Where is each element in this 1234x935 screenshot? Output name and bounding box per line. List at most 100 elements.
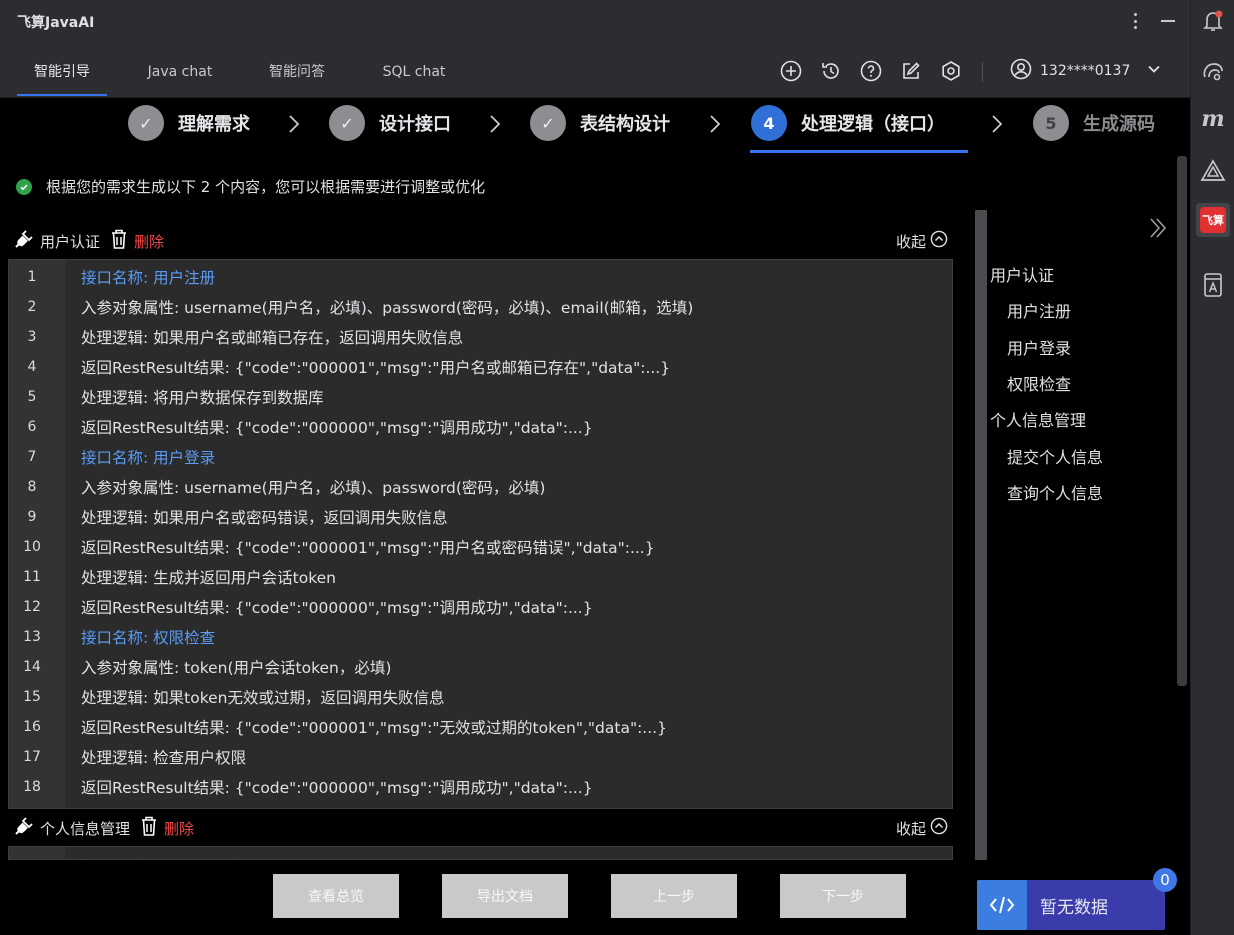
step-number: 4 (751, 105, 787, 141)
step-label: 生成源码 (1083, 114, 1155, 135)
outline-interface-item[interactable]: 用户登录 (1007, 335, 1071, 359)
double-chevron-right-icon[interactable] (1148, 216, 1168, 240)
code-line[interactable]: 16 返回RestResult结果: {"code":"000001","msg"… (9, 712, 952, 742)
line-number: 14 (23, 659, 41, 675)
outline-interface-item[interactable]: 查询个人信息 (1007, 480, 1103, 504)
trash-icon[interactable] (110, 228, 128, 254)
code-line[interactable]: 5 处理逻辑: 将用户数据保存到数据库 (9, 382, 952, 412)
delete-section-button[interactable]: 删除 (164, 818, 194, 839)
triangle-logo-icon[interactable] (1196, 154, 1230, 188)
window-title: 飞算JavaAI (17, 15, 95, 31)
line-number: 8 (27, 479, 37, 495)
line-number: 4 (27, 359, 37, 375)
tab-smart-qa[interactable]: 智能问答 (252, 44, 342, 98)
code-line[interactable]: 2 入参对象属性: username(用户名，必填)、password(密码，必填… (9, 292, 952, 322)
chevron-right-icon (992, 115, 1003, 133)
chevron-up-circle-icon (930, 230, 948, 252)
code-panel-personal-info[interactable]: 1 接口名称: 提交个人信息 (8, 846, 953, 860)
collapse-section-button[interactable]: 收起 (896, 230, 948, 252)
no-data-panel[interactable]: 暂无数据 (977, 880, 1165, 930)
outline-group-item[interactable]: 用户认证 (990, 262, 1054, 286)
code-line[interactable]: 1 接口名称: 用户注册 (9, 262, 952, 292)
code-line-text: 入参对象属性: username(用户名，必填)、password(密码，必填) (81, 479, 546, 497)
help-icon[interactable] (859, 59, 883, 83)
delete-section-button[interactable]: 删除 (134, 231, 164, 252)
code-line[interactable]: 15 处理逻辑: 如果token无效或过期，返回调用失败信息 (9, 682, 952, 712)
code-line-text: 返回RestResult结果: {"code":"000001","msg":"… (81, 539, 655, 557)
line-number: 10 (23, 539, 41, 555)
ide-right-toolbar: m 飞算 (1190, 0, 1234, 935)
check-circle-icon (16, 178, 32, 195)
code-line-text: 入参对象属性: token(用户会话token，必填) (81, 659, 392, 677)
line-number: 16 (23, 719, 41, 735)
step-label: 理解需求 (178, 114, 250, 135)
export-document-button[interactable]: 导出文档 (442, 874, 568, 918)
collapse-section-button[interactable]: 收起 (896, 817, 948, 839)
chevron-right-icon (710, 115, 721, 133)
notifications-icon[interactable] (1196, 4, 1230, 38)
history-icon[interactable] (819, 59, 843, 83)
m-plugin-icon[interactable]: m (1196, 102, 1230, 136)
code-line[interactable]: 3 处理逻辑: 如果用户名或邮箱已存在，返回调用失败信息 (9, 322, 952, 352)
line-number: 1 (27, 269, 37, 285)
line-number: 6 (27, 419, 37, 435)
code-line[interactable]: 4 返回RestResult结果: {"code":"000001","msg":… (9, 352, 952, 382)
code-line-text: 返回RestResult结果: {"code":"000000","msg":"… (81, 599, 593, 617)
current-step-indicator (750, 150, 968, 153)
code-line[interactable]: 6 返回RestResult结果: {"code":"000000","msg":… (9, 412, 952, 442)
step-table-design[interactable]: ✓ 表结构设计 (530, 104, 670, 142)
header-separator (982, 62, 983, 82)
trash-icon[interactable] (140, 815, 158, 841)
user-avatar-icon (1010, 58, 1032, 84)
code-line[interactable]: 12 返回RestResult结果: {"code":"000000","msg"… (9, 592, 952, 622)
feisuan-icon[interactable]: 飞算 (1196, 203, 1230, 237)
code-line[interactable]: 7 接口名称: 用户登录 (9, 442, 952, 472)
view-overview-button[interactable]: 查看总览 (273, 874, 399, 918)
code-line[interactable]: 18 返回RestResult结果: {"code":"000000","msg"… (9, 772, 952, 802)
step-design-interface[interactable]: ✓ 设计接口 (329, 104, 451, 142)
edit-icon[interactable] (899, 59, 923, 83)
outline-interface-item[interactable]: 提交个人信息 (1007, 444, 1103, 468)
interface-name-line: 接口名称: 用户注册 (81, 269, 216, 287)
code-line[interactable]: 9 处理逻辑: 如果用户名或密码错误，返回调用失败信息 (9, 502, 952, 532)
code-line-text: 返回RestResult结果: {"code":"000001","msg":"… (81, 359, 671, 377)
plug-icon[interactable] (14, 816, 34, 840)
interface-name-line: 接口名称: 用户登录 (81, 449, 216, 467)
step-understand-requirements[interactable]: ✓ 理解需求 (128, 104, 250, 142)
code-line[interactable]: 13 接口名称: 权限检查 (9, 622, 952, 652)
chevron-down-icon (1146, 61, 1162, 81)
code-line[interactable]: 10 返回RestResult结果: {"code":"000001","msg"… (9, 532, 952, 562)
code-line[interactable]: 8 入参对象属性: username(用户名，必填)、password(密码，必填… (9, 472, 952, 502)
outline-interface-item[interactable]: 用户注册 (1007, 298, 1071, 322)
previous-step-button[interactable]: 上一步 (611, 874, 737, 918)
code-line-text: 处理逻辑: 检查用户权限 (81, 749, 247, 767)
outline-group-item[interactable]: 个人信息管理 (990, 407, 1086, 431)
line-number: 7 (27, 449, 37, 465)
title-bar: 飞算JavaAI (0, 0, 1190, 44)
line-number: 15 (23, 689, 41, 705)
add-circle-icon[interactable] (779, 59, 803, 83)
tab-java-chat[interactable]: Java chat (135, 44, 225, 98)
database-book-icon[interactable] (1196, 268, 1230, 302)
code-panel-user-auth[interactable]: 1 接口名称: 用户注册 2 入参对象属性: username(用户名，必填)、pas… (8, 259, 953, 809)
code-line[interactable]: 14 入参对象属性: token(用户会话token，必填) (9, 652, 952, 682)
outline-scrollbar[interactable] (1177, 156, 1187, 686)
ai-assistant-icon[interactable] (1196, 54, 1230, 88)
settings-hexagon-icon[interactable] (939, 59, 963, 83)
code-line[interactable]: 11 处理逻辑: 生成并返回用户会话token (9, 562, 952, 592)
tab-sql-chat[interactable]: SQL chat (369, 44, 459, 98)
step-processing-logic[interactable]: 4 处理逻辑（接口） (751, 104, 945, 142)
section-header-user-auth: 用户认证 删除 收起 (14, 228, 954, 254)
content-scrollbar[interactable] (975, 210, 987, 860)
step-generate-source[interactable]: 5 生成源码 (1033, 104, 1155, 142)
more-options-icon[interactable] (1128, 10, 1142, 32)
code-line[interactable]: 17 处理逻辑: 检查用户权限 (9, 742, 952, 772)
code-line[interactable]: 1 接口名称: 提交个人信息 (9, 851, 952, 859)
minimize-icon[interactable] (1160, 10, 1176, 32)
tab-smart-guide[interactable]: 智能引导 (17, 44, 107, 98)
next-step-button[interactable]: 下一步 (780, 874, 906, 918)
line-number: 12 (23, 599, 41, 615)
user-menu[interactable]: 132****0137 (1010, 58, 1162, 84)
plug-icon[interactable] (14, 229, 34, 253)
outline-interface-item[interactable]: 权限检查 (1007, 371, 1071, 395)
